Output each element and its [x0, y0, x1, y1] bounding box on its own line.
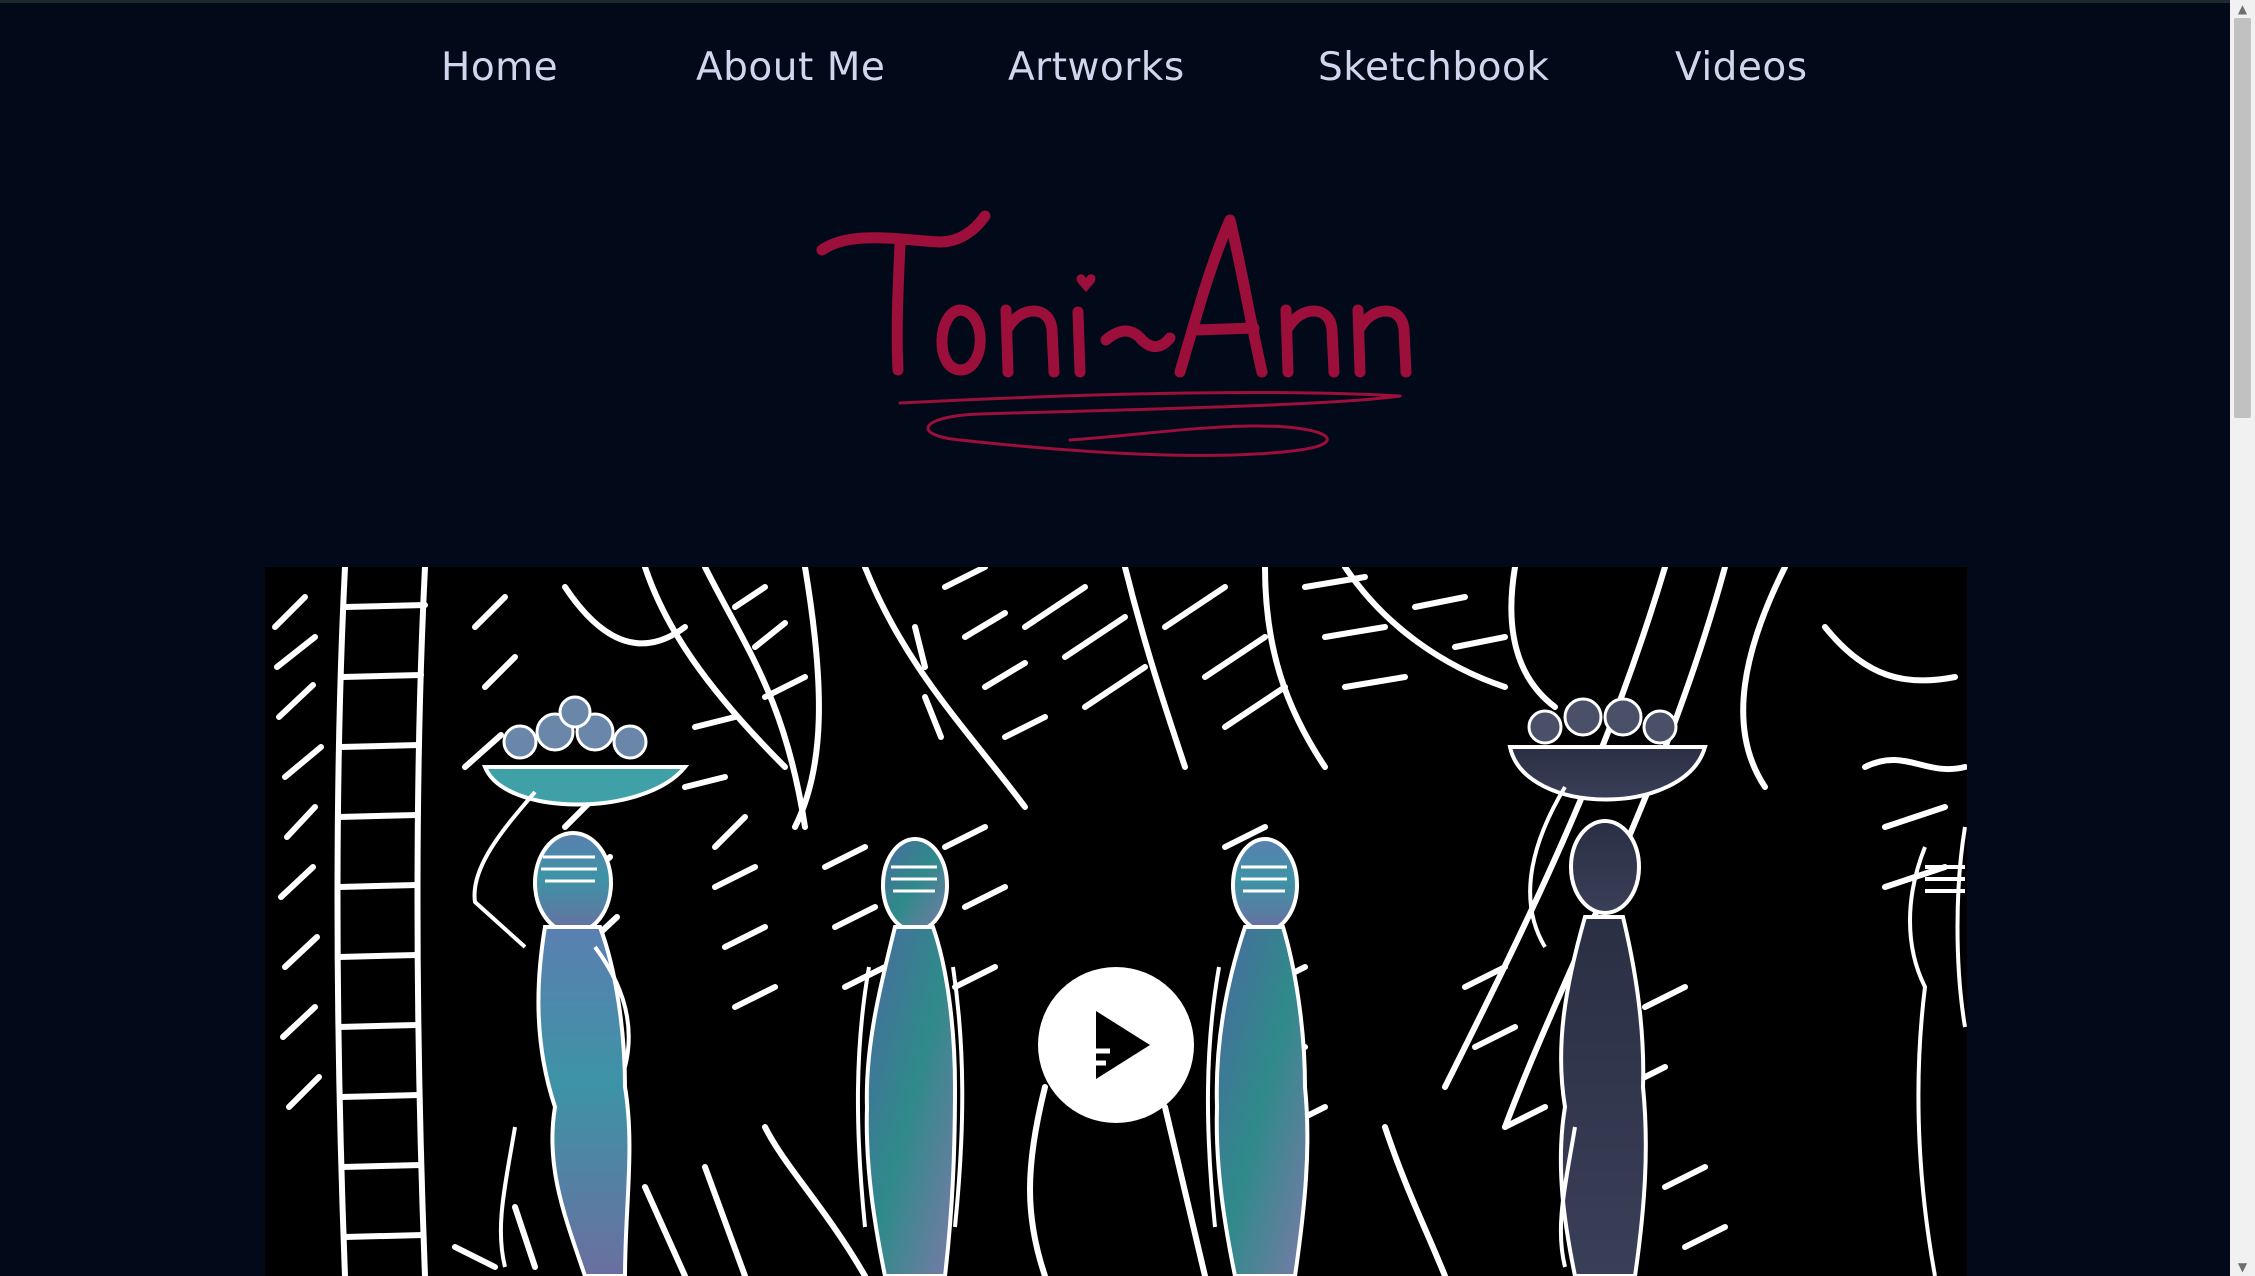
nav-sketchbook-link[interactable]: Sketchbook [1318, 40, 1549, 96]
scroll-up-icon[interactable]: ▲ [2230, 0, 2255, 18]
vertical-scrollbar[interactable]: ▲ ▼ [2230, 0, 2255, 1276]
scroll-thumb[interactable] [2234, 18, 2251, 418]
main-nav: Home About Me Artworks Sketchbook Videos [0, 40, 2230, 96]
signature-logo [816, 210, 1412, 457]
video-thumbnail-art [265, 567, 1967, 1276]
nav-home-link[interactable]: Home [441, 40, 558, 96]
video-player[interactable] [265, 567, 1967, 1276]
nav-artworks-link[interactable]: Artworks [1008, 40, 1185, 96]
page: Home About Me Artworks Sketchbook Videos [0, 0, 2230, 1276]
scroll-down-icon[interactable]: ▼ [2230, 1258, 2255, 1276]
nav-videos-link[interactable]: Videos [1675, 40, 1808, 96]
play-button[interactable] [1038, 967, 1194, 1123]
site-logo[interactable] [810, 200, 1420, 470]
nav-about-link[interactable]: About Me [696, 40, 885, 96]
top-border [0, 0, 2230, 3]
play-icon [1094, 1011, 1150, 1079]
